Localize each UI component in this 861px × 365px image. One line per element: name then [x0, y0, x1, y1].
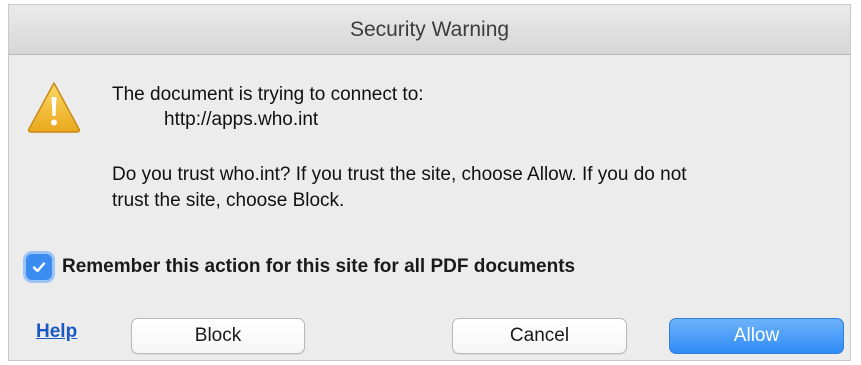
message-text: The document is trying to connect to:: [112, 84, 424, 105]
title-bar: Security Warning: [9, 5, 850, 55]
checkbox-box[interactable]: [26, 254, 52, 280]
window-title: Security Warning: [349, 17, 510, 41]
site-url: http://apps.who.int: [164, 109, 319, 130]
trust-question-line-1: Do you trust who.int? If you trust the s…: [112, 164, 687, 185]
block-button[interactable]: Block: [131, 318, 305, 354]
remember-action-checkbox[interactable]: Remember this action for this site for a…: [26, 253, 575, 281]
allow-button[interactable]: Allow: [669, 318, 844, 354]
trust-question-line-2: trust the site, choose Block.: [112, 190, 345, 211]
cancel-button[interactable]: Cancel: [452, 318, 627, 354]
remember-label[interactable]: Remember this action for this site for a…: [62, 256, 575, 278]
help-link[interactable]: Help: [36, 321, 77, 343]
checkmark-icon: [32, 262, 46, 273]
warning-triangle-icon: [26, 79, 82, 135]
security-warning-dialog: Security Warning The document is trying …: [8, 4, 851, 361]
